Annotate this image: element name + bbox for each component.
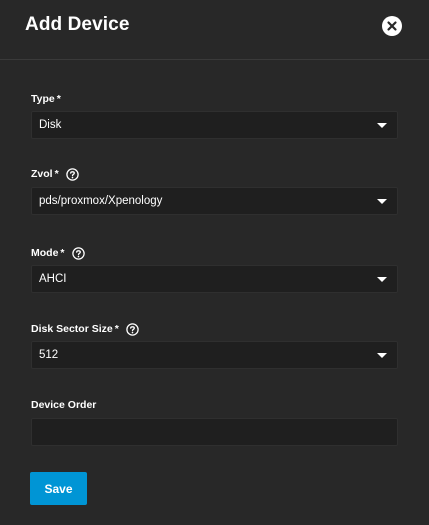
device-order-label-text: Device Order [31,399,97,411]
device-order-field: Device Order [31,397,398,446]
save-button[interactable]: Save [30,472,87,505]
disk-sector-size-select-value: 512 [39,349,59,361]
disk-sector-size-select[interactable]: 512 [31,341,398,369]
mode-select-value: AHCI [39,273,67,285]
zvol-field: Zvol * pds/proxmox/Xpenology [31,166,398,215]
type-select-value: Disk [39,119,62,131]
disk-sector-size-label: Disk Sector Size * [31,321,398,337]
zvol-select[interactable]: pds/proxmox/Xpenology [31,187,398,215]
mode-label-text: Mode [31,247,59,259]
disk-sector-size-field: Disk Sector Size * 512 [31,321,398,369]
help-icon[interactable] [126,322,139,336]
disk-sector-size-label-text: Disk Sector Size [31,323,113,335]
dialog-title: Add Device [25,14,130,35]
zvol-label: Zvol * [31,166,398,182]
type-field: Type * Disk [31,91,398,139]
required-mark: * [56,93,61,105]
help-icon[interactable] [71,246,85,260]
required-mark: * [54,168,59,180]
zvol-select-value: pds/proxmox/Xpenology [39,195,163,207]
mode-select[interactable]: AHCI [31,265,398,293]
add-device-dialog: Add Device Type * Disk Zvol * pds/proxmo… [0,0,429,525]
dropdown-arrow-icon [377,199,387,204]
zvol-label-text: Zvol [31,168,53,180]
required-mark: * [114,323,119,335]
dropdown-arrow-icon [377,123,387,128]
dialog-header: Add Device [0,0,429,60]
type-select[interactable]: Disk [31,111,398,139]
type-label-text: Type [31,93,55,105]
mode-field: Mode * AHCI [31,245,398,293]
type-label: Type * [31,91,398,107]
mode-label: Mode * [31,245,398,261]
device-order-input[interactable] [31,418,398,446]
device-order-label: Device Order [31,397,398,413]
close-icon [382,16,402,36]
dropdown-arrow-icon [377,353,387,358]
required-mark: * [60,247,65,259]
dropdown-arrow-icon [377,277,387,282]
close-button[interactable] [382,16,402,36]
help-icon[interactable] [65,167,79,181]
